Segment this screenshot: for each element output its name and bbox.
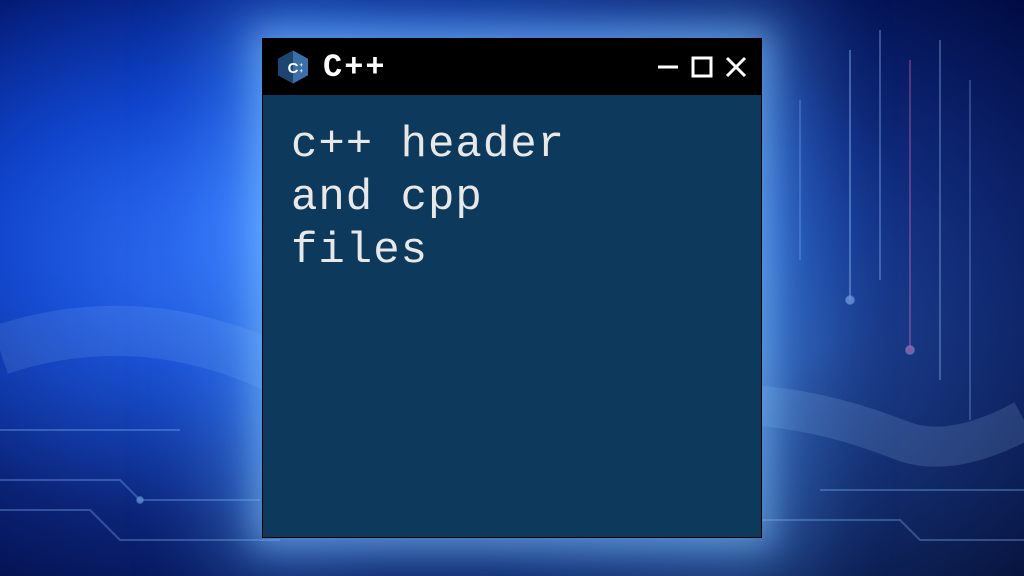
svg-text:C: C [288, 60, 299, 77]
svg-text:+: + [299, 63, 303, 69]
minimize-button[interactable] [655, 54, 681, 80]
window-content-text: c++ header and cpp files [263, 95, 761, 301]
window-controls [655, 54, 749, 80]
close-button[interactable] [723, 54, 749, 80]
cpp-logo-icon: C + + [275, 49, 311, 85]
svg-text:+: + [299, 69, 303, 75]
terminal-window: C + + C++ c++ header and cpp files [262, 38, 762, 538]
window-titlebar: C + + C++ [263, 39, 761, 95]
maximize-button[interactable] [689, 54, 715, 80]
window-title: C++ [323, 49, 645, 86]
